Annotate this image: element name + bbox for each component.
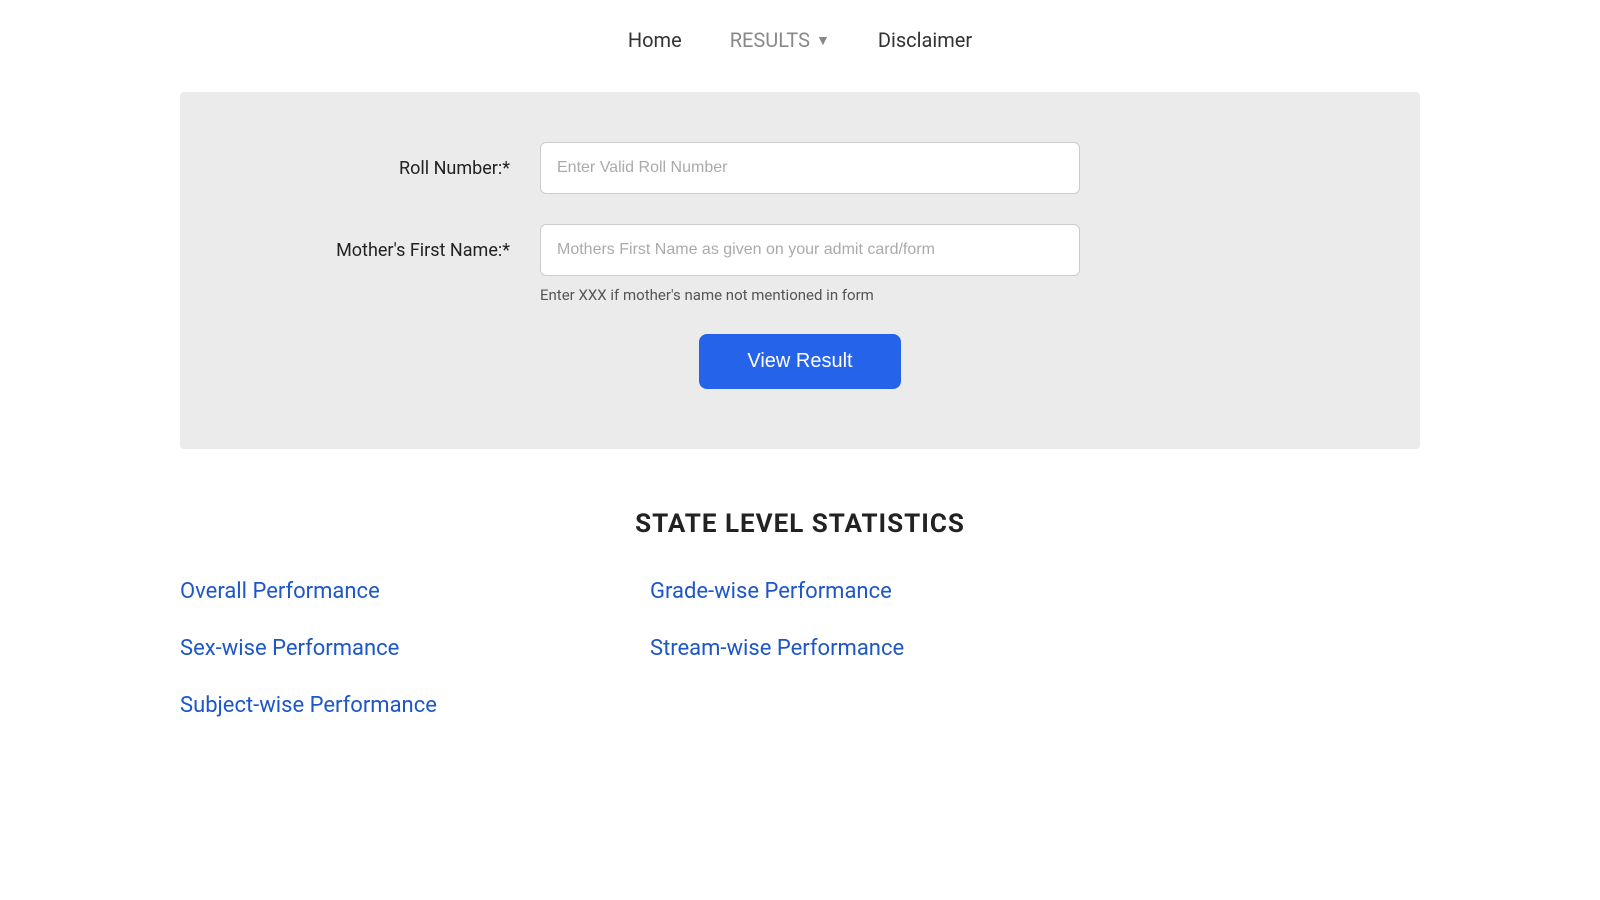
view-result-button[interactable]: View Result bbox=[699, 334, 900, 389]
stats-link[interactable]: Grade-wise Performance bbox=[650, 579, 1080, 604]
nav-results[interactable]: RESULTS ▼ bbox=[730, 28, 830, 52]
result-form-section: Roll Number:* Mother's First Name:* Ente… bbox=[180, 92, 1420, 449]
roll-number-label: Roll Number:* bbox=[220, 158, 540, 179]
stats-link[interactable]: Overall Performance bbox=[180, 579, 610, 604]
statistics-col-left: Overall Performance Sex-wise Performance S… bbox=[180, 579, 610, 728]
statistics-title: STATE LEVEL STATISTICS bbox=[180, 509, 1420, 539]
statistics-grid: Overall Performance Sex-wise Performance S… bbox=[180, 579, 1080, 728]
mothers-name-input[interactable] bbox=[540, 224, 1080, 276]
chevron-down-icon: ▼ bbox=[816, 32, 830, 49]
stats-link[interactable]: Sex-wise Performance bbox=[180, 636, 610, 661]
nav-disclaimer[interactable]: Disclaimer bbox=[878, 28, 972, 52]
statistics-section: STATE LEVEL STATISTICS Overall Performan… bbox=[0, 469, 1600, 768]
main-nav: Home RESULTS ▼ Disclaimer bbox=[0, 0, 1600, 72]
stats-link[interactable]: Subject-wise Performance bbox=[180, 693, 610, 718]
mothers-name-hint: Enter XXX if mother's name not mentioned… bbox=[540, 286, 1380, 304]
submit-row: View Result bbox=[220, 334, 1380, 389]
mothers-name-row: Mother's First Name:* bbox=[220, 224, 1380, 276]
nav-home[interactable]: Home bbox=[628, 28, 682, 52]
mothers-name-label: Mother's First Name:* bbox=[220, 240, 540, 261]
stats-link[interactable]: Stream-wise Performance bbox=[650, 636, 1080, 661]
statistics-col-right: Grade-wise Performance Stream-wise Perfor… bbox=[650, 579, 1080, 728]
roll-number-row: Roll Number:* bbox=[220, 142, 1380, 194]
roll-number-input[interactable] bbox=[540, 142, 1080, 194]
